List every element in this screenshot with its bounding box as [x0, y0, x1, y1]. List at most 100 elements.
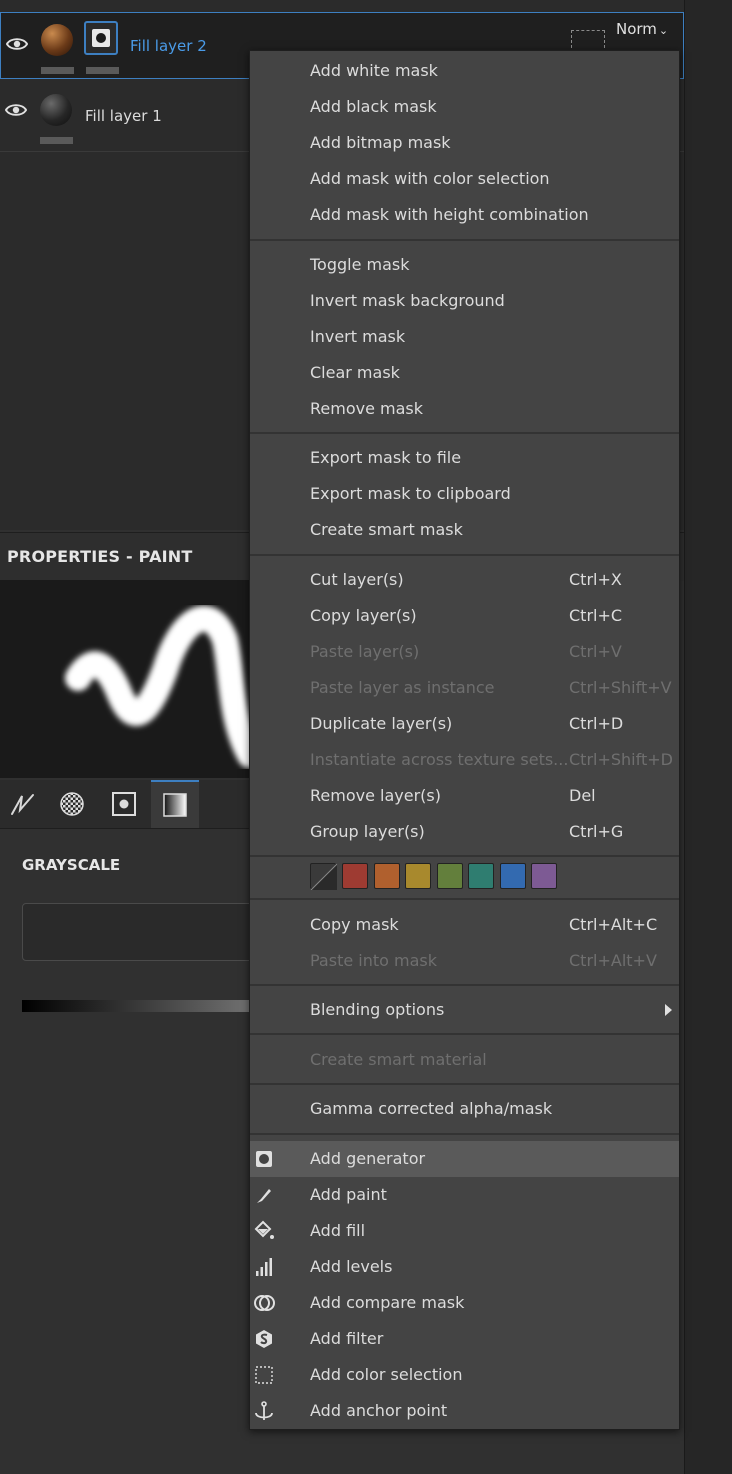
- menu-item-label: Add black mask: [310, 97, 437, 116]
- color-swatch[interactable]: [499, 863, 526, 889]
- tab-brush[interactable]: [0, 780, 48, 828]
- menu-separator: [250, 855, 679, 857]
- menu-item-paste-layer-s: Paste layer(s) Ctrl+V: [250, 634, 679, 670]
- brush-stroke-image: [65, 605, 260, 768]
- menu-item-label: Add white mask: [310, 61, 438, 80]
- menu-item-remove-layer-s[interactable]: Remove layer(s) Del: [250, 778, 679, 814]
- menu-separator: [250, 1033, 679, 1035]
- menu-item-label: Add color selection: [310, 1365, 463, 1384]
- menu-item-create-smart-mask[interactable]: Create smart mask: [250, 512, 679, 548]
- layer-name[interactable]: Fill layer 1: [85, 107, 162, 125]
- menu-item-shortcut: Ctrl+D: [569, 714, 624, 733]
- right-gutter: [684, 0, 732, 1474]
- brush-stroke-preview: [0, 580, 260, 778]
- tab-material[interactable]: [151, 780, 199, 828]
- color-swatch-none[interactable]: [310, 863, 338, 891]
- tab-alpha[interactable]: [48, 780, 96, 828]
- menu-item-add-fill[interactable]: Add fill: [250, 1213, 679, 1249]
- compare-mask-icon: [254, 1295, 275, 1311]
- visibility-eye-icon[interactable]: [6, 33, 28, 55]
- brush-stroke-icon: [11, 794, 34, 815]
- color-swatch[interactable]: [373, 863, 400, 889]
- menu-separator: [250, 898, 679, 900]
- menu-item-gamma-corrected-alpha-mask[interactable]: Gamma corrected alpha/mask: [250, 1091, 679, 1127]
- menu-separator: [250, 432, 679, 434]
- menu-item-label: Remove mask: [310, 399, 424, 418]
- menu-item-label: Gamma corrected alpha/mask: [310, 1099, 553, 1118]
- menu-item-group-layer-s[interactable]: Group layer(s) Ctrl+G: [250, 814, 679, 850]
- menu-item-invert-mask[interactable]: Invert mask: [250, 319, 679, 355]
- blend-mode-value: Norm: [616, 20, 657, 38]
- color-swatch[interactable]: [468, 863, 494, 889]
- menu-item-add-white-mask[interactable]: Add white mask: [250, 53, 679, 89]
- menu-item-label: Create smart material: [310, 1050, 487, 1069]
- color-swatch[interactable]: [342, 863, 368, 889]
- mask-thumbnail[interactable]: [84, 21, 118, 55]
- paint-brush-icon: [257, 1189, 271, 1203]
- menu-item-shortcut: Ctrl+V: [569, 642, 622, 661]
- menu-item-add-anchor-point[interactable]: Add anchor point: [250, 1393, 679, 1429]
- material-thumbnail-bar: [40, 137, 73, 144]
- menu-item-label: Cut layer(s): [310, 570, 404, 589]
- menu-item-label: Clear mask: [310, 363, 400, 382]
- grayscale-resource-slot[interactable]: [22, 903, 282, 961]
- menu-item-add-generator[interactable]: Add generator: [250, 1141, 679, 1177]
- menu-item-label: Add fill: [310, 1221, 366, 1240]
- menu-item-shortcut: Ctrl+C: [569, 606, 623, 625]
- color-swatch[interactable]: [436, 863, 463, 889]
- menu-item-export-mask-to-file[interactable]: Export mask to file: [250, 440, 679, 476]
- menu-item-remove-mask[interactable]: Remove mask: [250, 391, 679, 427]
- menu-item-add-mask-with-height-combination[interactable]: Add mask with height combination: [250, 197, 679, 233]
- menu-item-copy-mask[interactable]: Copy mask Ctrl+Alt+C: [250, 907, 679, 943]
- menu-item-instantiate-across-texture-sets: Instantiate across texture sets... Ctrl+S…: [250, 742, 679, 778]
- menu-item-label: Export mask to clipboard: [310, 484, 511, 503]
- panel-divider[interactable]: [684, 0, 685, 1474]
- material-thumbnail-bar: [41, 67, 74, 74]
- menu-item-label: Copy layer(s): [310, 606, 417, 625]
- color-swatch[interactable]: [531, 863, 557, 889]
- menu-item-label: Paste layer as instance: [310, 678, 495, 697]
- menu-item-add-mask-with-color-selection[interactable]: Add mask with color selection: [250, 161, 679, 197]
- visibility-eye-icon[interactable]: [5, 99, 27, 121]
- menu-item-copy-layer-s[interactable]: Copy layer(s) Ctrl+C: [250, 598, 679, 634]
- tab-stencil[interactable]: [100, 780, 148, 828]
- properties-title: PROPERTIES - PAINT: [7, 547, 193, 566]
- gradient-square-icon: [163, 793, 187, 817]
- menu-item-duplicate-layer-s[interactable]: Duplicate layer(s) Ctrl+D: [250, 706, 679, 742]
- anchor-icon: [255, 1401, 273, 1420]
- menu-item-label: Export mask to file: [310, 448, 462, 467]
- menu-item-clear-mask[interactable]: Clear mask: [250, 355, 679, 391]
- menu-item-export-mask-to-clipboard[interactable]: Export mask to clipboard: [250, 476, 679, 512]
- menu-item-add-color-selection[interactable]: Add color selection: [250, 1357, 679, 1393]
- menu-item-toggle-mask[interactable]: Toggle mask: [250, 247, 679, 283]
- menu-item-add-bitmap-mask[interactable]: Add bitmap mask: [250, 125, 679, 161]
- menu-item-label: Instantiate across texture sets...: [310, 750, 569, 769]
- menu-item-label: Add mask with color selection: [310, 169, 550, 188]
- menu-separator: [250, 1133, 679, 1135]
- grayscale-slider[interactable]: [22, 1000, 262, 1012]
- menu-item-shortcut: Ctrl+X: [569, 570, 622, 589]
- menu-item-shortcut: Ctrl+G: [569, 822, 624, 841]
- menu-item-label: Invert mask background: [310, 291, 505, 310]
- menu-item-add-paint[interactable]: Add paint: [250, 1177, 679, 1213]
- material-thumbnail[interactable]: [40, 94, 72, 126]
- material-thumbnail[interactable]: [41, 24, 73, 56]
- levels-icon: [256, 1258, 272, 1276]
- menu-item-add-compare-mask[interactable]: Add compare mask: [250, 1285, 679, 1321]
- mask-thumbnail-bar: [86, 67, 119, 74]
- layer-name[interactable]: Fill layer 2: [130, 37, 207, 55]
- menu-item-label: Blending options: [310, 1000, 445, 1019]
- menu-item-label: Paste into mask: [310, 951, 437, 970]
- menu-item-add-black-mask[interactable]: Add black mask: [250, 89, 679, 125]
- menu-item-label: Add anchor point: [310, 1401, 448, 1420]
- menu-separator: [250, 984, 679, 986]
- menu-item-blending-options[interactable]: Blending options: [250, 992, 679, 1028]
- menu-item-cut-layer-s[interactable]: Cut layer(s) Ctrl+X: [250, 562, 679, 598]
- menu-item-add-levels[interactable]: Add levels: [250, 1249, 679, 1285]
- menu-item-invert-mask-background[interactable]: Invert mask background: [250, 283, 679, 319]
- color-swatch[interactable]: [405, 863, 431, 889]
- menu-separator: [250, 1083, 679, 1085]
- blend-mode-dropdown[interactable]: Norm ⌄: [616, 20, 668, 38]
- menu-item-add-filter[interactable]: Add filter: [250, 1321, 679, 1357]
- brush-tool-tabs: [0, 780, 260, 829]
